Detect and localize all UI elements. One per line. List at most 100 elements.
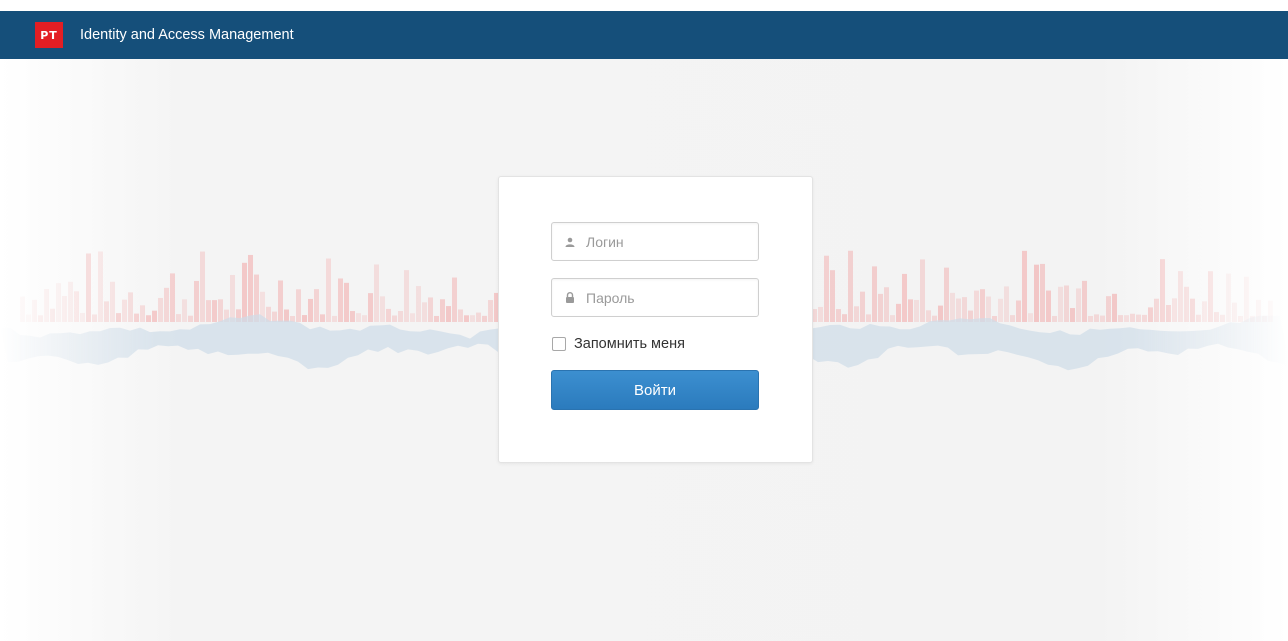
- background-bar: [1052, 315, 1057, 322]
- background-bar: [488, 300, 493, 322]
- background-bar: [32, 299, 37, 322]
- remember-me[interactable]: Запомнить меня: [552, 336, 685, 352]
- background-bar: [272, 311, 277, 322]
- background-bar: [212, 300, 217, 322]
- background-bar: [1220, 314, 1225, 322]
- pt-logo[interactable]: PT: [35, 22, 63, 48]
- background-bar: [122, 299, 127, 322]
- background-bar: [1058, 286, 1063, 322]
- user-icon: [564, 236, 576, 248]
- background-bar: [836, 309, 841, 322]
- background-bar: [1190, 298, 1195, 322]
- background-bar: [1214, 312, 1219, 322]
- background-bar: [1034, 264, 1039, 322]
- remember-me-label[interactable]: Запомнить меня: [574, 336, 685, 352]
- background-bar: [842, 314, 847, 322]
- background-bar: [1016, 300, 1021, 322]
- background-bar: [362, 315, 367, 322]
- background-bar: [428, 297, 433, 322]
- background-bar: [62, 296, 67, 322]
- background-bar: [38, 315, 43, 322]
- login-field[interactable]: [551, 222, 759, 261]
- background-bar: [284, 309, 289, 322]
- background-bar: [158, 297, 163, 322]
- background-bar: [1004, 286, 1009, 322]
- background-bar: [1094, 314, 1099, 322]
- background-bar: [110, 281, 115, 322]
- background-bar: [944, 267, 949, 322]
- background-bar: [848, 250, 853, 322]
- background-bar: [128, 292, 133, 322]
- background-bar: [1238, 316, 1243, 322]
- background-bar: [872, 266, 877, 322]
- background-bar: [44, 288, 49, 322]
- background-bar: [1112, 293, 1117, 322]
- background-bar: [152, 310, 157, 322]
- background-bar: [380, 296, 385, 322]
- background-bar: [320, 314, 325, 322]
- app-header: PT Identity and Access Management: [0, 11, 1288, 59]
- background-bar: [1082, 280, 1087, 322]
- background-bar: [962, 297, 967, 322]
- background-bar: [1154, 298, 1159, 322]
- background-bar: [80, 312, 85, 322]
- background-bar: [26, 314, 31, 322]
- background-bar: [914, 299, 919, 322]
- background-bar: [410, 313, 415, 322]
- app-title: Identity and Access Management: [80, 27, 294, 43]
- background-bar: [1106, 296, 1111, 322]
- background-bar: [464, 315, 469, 322]
- background-bar: [1166, 305, 1171, 322]
- background-bar: [1142, 314, 1147, 322]
- background-bar: [896, 303, 901, 322]
- background-bar: [146, 315, 151, 322]
- background-bar: [818, 306, 823, 322]
- password-field[interactable]: [551, 278, 759, 317]
- login-input[interactable]: [586, 226, 746, 257]
- background-bar: [116, 313, 121, 322]
- background-bar: [350, 311, 355, 322]
- background-bar: [884, 287, 889, 322]
- background-bar: [230, 274, 235, 322]
- background-bar: [1244, 276, 1249, 322]
- background-bar: [440, 299, 445, 322]
- background-bar: [188, 315, 193, 322]
- background-bar: [416, 286, 421, 322]
- password-input[interactable]: [586, 282, 746, 313]
- background-bar: [860, 291, 865, 322]
- background-bar: [1046, 290, 1051, 322]
- background-bar: [1100, 315, 1105, 322]
- background-bar: [392, 315, 397, 322]
- background-bar: [1160, 259, 1165, 322]
- login-button[interactable]: Войти: [551, 370, 759, 410]
- background-bar: [1178, 271, 1183, 322]
- background-bar: [344, 282, 349, 322]
- login-card: Запомнить меня Войти: [498, 176, 813, 463]
- background-bar: [1088, 315, 1093, 322]
- background-bar: [374, 264, 379, 322]
- background-bar: [1022, 250, 1027, 322]
- background-bar: [218, 299, 223, 322]
- background-bar: [980, 289, 985, 322]
- background-bar: [56, 283, 61, 322]
- background-bar: [908, 299, 913, 322]
- background-bar: [1172, 298, 1177, 322]
- remember-me-checkbox[interactable]: [552, 337, 566, 351]
- background-bar: [902, 273, 907, 322]
- background-bar: [434, 315, 439, 322]
- background-bar: [482, 315, 487, 322]
- background-bar: [296, 289, 301, 322]
- background-bar: [98, 251, 103, 322]
- background-bar: [368, 293, 373, 322]
- background-bar: [458, 309, 463, 322]
- background-bar: [134, 313, 139, 322]
- background-bar: [1130, 313, 1135, 322]
- background-bar: [950, 292, 955, 322]
- background-bar: [854, 306, 859, 322]
- background-bar: [1040, 263, 1045, 322]
- background-bar: [470, 315, 475, 322]
- background-bar: [92, 314, 97, 322]
- background-bar: [476, 312, 481, 322]
- background-bar: [878, 293, 883, 322]
- background-bar: [1232, 302, 1237, 322]
